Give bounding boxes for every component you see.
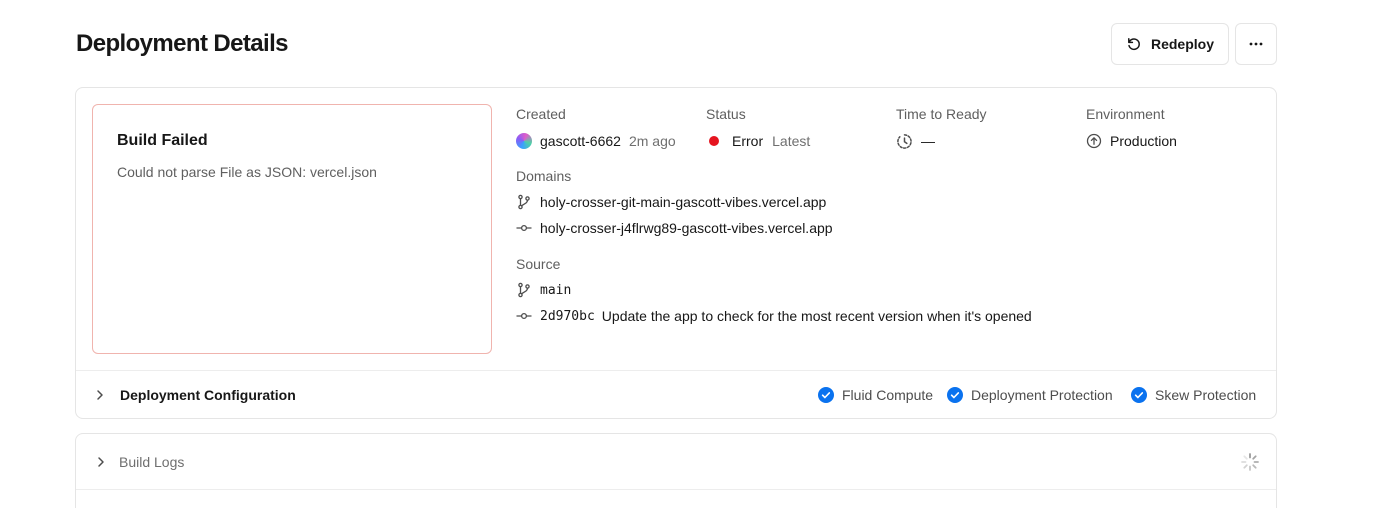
created-value: gascott-6662 2m ago — [516, 131, 676, 151]
feature-label: Skew Protection — [1155, 387, 1257, 403]
build-logs-card: Build Logs — [75, 433, 1277, 508]
more-horizontal-icon — [1248, 36, 1264, 52]
page-title: Deployment Details — [76, 30, 289, 57]
source-branch[interactable]: main — [540, 283, 571, 298]
more-options-button[interactable] — [1235, 23, 1277, 65]
git-branch-icon — [516, 282, 532, 298]
domain-row: holy-crosser-j4flrwg89-gascott-vibes.ver… — [516, 218, 833, 238]
loading-spinner-icon — [1240, 452, 1260, 472]
chevron-right-icon — [95, 456, 107, 468]
avatar — [516, 133, 532, 149]
feature-fluid-compute: Fluid Compute — [818, 371, 933, 419]
created-user[interactable]: gascott-6662 — [540, 133, 621, 149]
arrow-up-circle-icon — [1086, 133, 1102, 149]
check-circle-icon — [818, 387, 834, 403]
deployment-configuration-toggle[interactable]: Deployment Configuration Fluid Compute D… — [76, 370, 1276, 418]
feature-label: Deployment Protection — [971, 387, 1113, 403]
time-to-ready-text: — — [921, 133, 935, 149]
status-label: Status — [706, 106, 746, 122]
status-value: Error Latest — [706, 131, 810, 151]
git-commit-icon — [516, 308, 532, 324]
created-label: Created — [516, 106, 566, 122]
source-label: Source — [516, 256, 561, 272]
feature-skew-protection: Skew Protection — [1131, 371, 1256, 419]
deployment-summary-card: Build Failed Could not parse File as JSO… — [75, 87, 1277, 419]
domains-label: Domains — [516, 168, 572, 184]
chevron-right-icon — [94, 389, 106, 401]
check-circle-icon — [1131, 387, 1147, 403]
error-title: Build Failed — [117, 132, 208, 149]
timer-icon — [896, 133, 913, 150]
domain-row: holy-crosser-git-main-gascott-vibes.verc… — [516, 192, 826, 212]
commit-message[interactable]: Update the app to check for the most rec… — [602, 308, 1032, 324]
feature-label: Fluid Compute — [842, 387, 934, 403]
time-to-ready-label: Time to Ready — [896, 106, 987, 122]
build-error-panel: Build Failed Could not parse File as JSO… — [92, 104, 492, 354]
build-logs-toggle[interactable]: Build Logs — [76, 434, 1276, 490]
status-badge: Latest — [772, 133, 811, 149]
error-message: Could not parse File as JSON: vercel.jso… — [117, 164, 377, 180]
deployment-configuration-title: Deployment Configuration — [120, 386, 296, 403]
time-to-ready-value: — — [896, 131, 935, 151]
error-status-dot — [709, 136, 719, 146]
environment-value: Production — [1086, 131, 1177, 151]
feature-deployment-protection: Deployment Protection — [947, 371, 1113, 419]
redeploy-icon — [1126, 36, 1142, 52]
domain-link[interactable]: holy-crosser-git-main-gascott-vibes.verc… — [540, 194, 826, 210]
environment-label: Environment — [1086, 106, 1165, 122]
source-branch-row: main — [516, 280, 571, 300]
git-branch-icon — [516, 194, 532, 210]
redeploy-button[interactable]: Redeploy — [1111, 23, 1229, 65]
check-circle-icon — [947, 387, 963, 403]
redeploy-label: Redeploy — [1150, 36, 1214, 52]
git-commit-icon — [516, 220, 532, 236]
deployment-details-page: Deployment Details Redeploy Build Failed… — [0, 0, 1374, 508]
build-logs-title: Build Logs — [119, 453, 185, 470]
source-commit-row: 2d970bc Update the app to check for the … — [516, 306, 1032, 326]
created-time: 2m ago — [628, 133, 676, 149]
environment-text: Production — [1110, 133, 1177, 149]
domain-link[interactable]: holy-crosser-j4flrwg89-gascott-vibes.ver… — [540, 220, 833, 236]
status-text: Error — [732, 133, 764, 149]
commit-hash[interactable]: 2d970bc — [540, 309, 595, 324]
